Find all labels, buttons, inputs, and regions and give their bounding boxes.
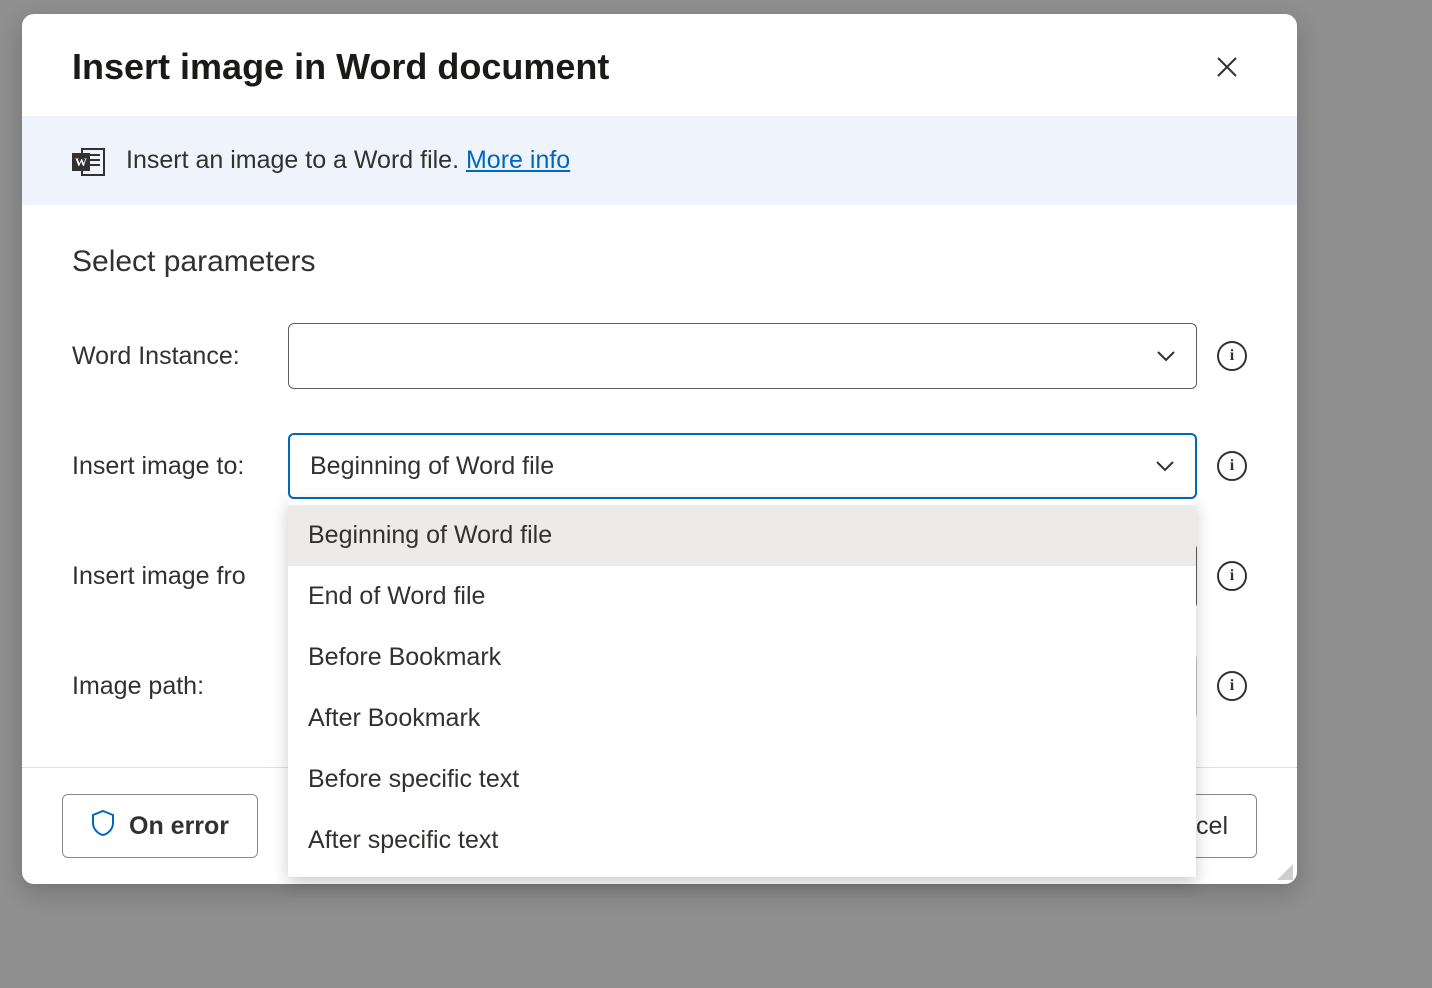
dropdown-option[interactable]: End of Word file [288,566,1196,627]
dropdown-option[interactable]: Before Bookmark [288,627,1196,688]
on-error-button[interactable]: On error [62,794,258,858]
dropdown-option[interactable]: After specific text [288,810,1196,871]
dialog-header: Insert image in Word document [22,14,1297,116]
info-icon[interactable]: i [1217,561,1247,591]
dropdown-option[interactable]: After Bookmark [288,688,1196,749]
section-title: Select parameters [72,245,1247,279]
dropdown-option[interactable]: Before specific text [288,749,1196,810]
info-icon[interactable]: i [1217,451,1247,481]
more-info-link[interactable]: More info [466,146,570,174]
row-word-instance: Word Instance: i [72,323,1247,389]
label-word-instance: Word Instance: [72,342,288,371]
info-banner: W Insert an image to a Word file. More i… [22,116,1297,205]
on-error-label: On error [129,812,229,841]
info-icon[interactable]: i [1217,671,1247,701]
dialog-title: Insert image in Word document [72,46,609,88]
label-image-path: Image path: [72,672,288,701]
dialog-content: Select parameters Word Instance: i Inser… [22,205,1297,767]
label-insert-image-to: Insert image to: [72,452,288,481]
resize-grip[interactable] [1275,862,1293,880]
chevron-down-icon [1156,346,1176,367]
dropdown-value: Beginning of Word file [310,452,554,481]
banner-description: Insert an image to a Word file. [126,146,466,174]
shield-icon [91,809,115,844]
svg-text:W: W [75,155,87,169]
dropdown-word-instance[interactable] [288,323,1197,389]
dropdown-listbox: Beginning of Word file End of Word file … [288,499,1196,877]
row-insert-image-to: Insert image to: Beginning of Word file … [72,433,1247,499]
dropdown-insert-image-to[interactable]: Beginning of Word file [288,433,1197,499]
dialog-insert-image: Insert image in Word document W Insert a… [22,14,1297,884]
info-icon[interactable]: i [1217,341,1247,371]
label-insert-image-from: Insert image fro [72,562,288,591]
dropdown-option[interactable]: Beginning of Word file [288,505,1196,566]
chevron-down-icon [1155,456,1175,477]
close-button[interactable] [1207,47,1247,87]
word-icon: W [72,147,104,175]
banner-text: Insert an image to a Word file. More inf… [126,146,570,175]
